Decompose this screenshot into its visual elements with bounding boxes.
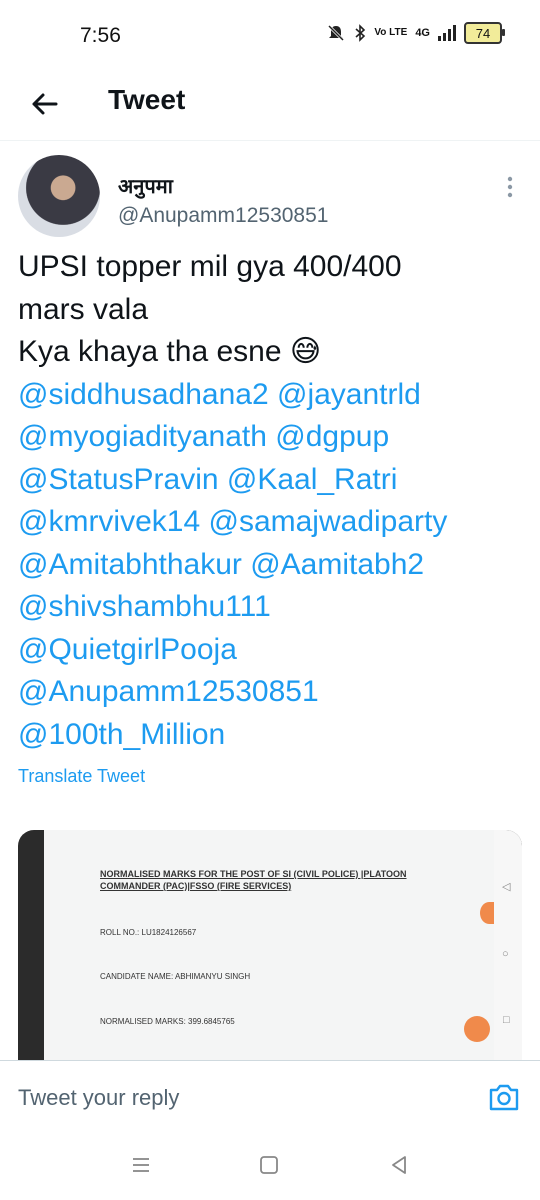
edit-pencil-icon	[464, 1016, 490, 1042]
document-heading: NORMALISED MARKS FOR THE POST OF SI (CIV…	[100, 869, 407, 891]
document-side-controls: ◁ ○ □	[494, 830, 522, 1060]
tweet-media-image[interactable]: NORMALISED MARKS FOR THE POST OF SI (CIV…	[18, 830, 522, 1060]
mention-line[interactable]: @StatusPravin @Kaal_Ratri	[18, 459, 523, 502]
mention-line[interactable]: @100th_Million	[18, 714, 523, 757]
mention-line[interactable]: @shivshambhu111	[18, 586, 523, 629]
network-type: 4G	[415, 27, 430, 39]
side-back-icon: ◁	[502, 881, 511, 893]
mention-line[interactable]: @myogiadityanath @dgpup	[18, 416, 523, 459]
signal-icon	[438, 25, 456, 41]
avatar[interactable]	[18, 155, 100, 237]
tweet-text: UPSI topper mil gya 400/400 mars vala Ky…	[18, 246, 523, 756]
side-home-icon: ○	[502, 948, 509, 960]
battery-icon: 74	[464, 22, 505, 44]
reply-bar: Tweet your reply	[0, 1060, 540, 1137]
recents-menu-icon[interactable]	[130, 1154, 152, 1176]
status-time: 7:56	[80, 24, 121, 47]
battery-level: 74	[475, 25, 491, 41]
home-icon[interactable]	[258, 1154, 280, 1176]
tweet-text-line: Kya khaya tha esne 😅	[18, 335, 322, 368]
page-title: Tweet	[108, 84, 186, 115]
document-page: NORMALISED MARKS FOR THE POST OF SI (CIV…	[44, 830, 498, 1060]
system-navigation-bar	[0, 1136, 540, 1200]
mention-line[interactable]: @Anupamm12530851	[18, 671, 523, 714]
mention-line[interactable]: @QuietgirlPooja	[18, 629, 523, 672]
volte-indicator: Vo LTE	[374, 27, 408, 38]
camera-icon[interactable]	[486, 1079, 522, 1115]
tweet-text-line: UPSI topper mil gya 400/400	[18, 250, 402, 283]
more-options-icon[interactable]	[500, 172, 520, 202]
back-icon[interactable]	[388, 1154, 410, 1176]
bluetooth-icon	[355, 24, 366, 42]
status-bar: 7:56 Vo LTE 4G 74	[0, 0, 540, 70]
back-arrow-icon[interactable]	[26, 86, 62, 122]
status-icons: Vo LTE 4G 74	[326, 22, 505, 44]
mute-alarm-icon	[328, 24, 345, 42]
tweet-text-line: mars vala	[18, 292, 149, 326]
mention-line[interactable]: @Amitabhthakur @Aamitabh2	[18, 544, 523, 587]
top-app-bar: Tweet	[0, 70, 540, 141]
author-display-name[interactable]: अनुपमा	[118, 172, 173, 199]
mention-line[interactable]: @kmrvivek14 @samajwadiparty	[18, 501, 523, 544]
author-handle[interactable]: @Anupamm12530851	[118, 204, 328, 228]
document-candidate-name: CANDIDATE NAME: ABHIMANYU SINGH	[100, 972, 251, 981]
side-recents-icon: □	[503, 1014, 510, 1026]
reply-input[interactable]: Tweet your reply	[18, 1085, 179, 1111]
mention-line[interactable]: @siddhusadhana2 @jayantrld	[18, 374, 523, 417]
document-roll-no: ROLL NO.: LU1824126567	[100, 928, 197, 937]
translate-tweet-link[interactable]: Translate Tweet	[18, 766, 145, 787]
document-normalised-marks: NORMALISED MARKS: 399.6845765	[100, 1017, 235, 1026]
